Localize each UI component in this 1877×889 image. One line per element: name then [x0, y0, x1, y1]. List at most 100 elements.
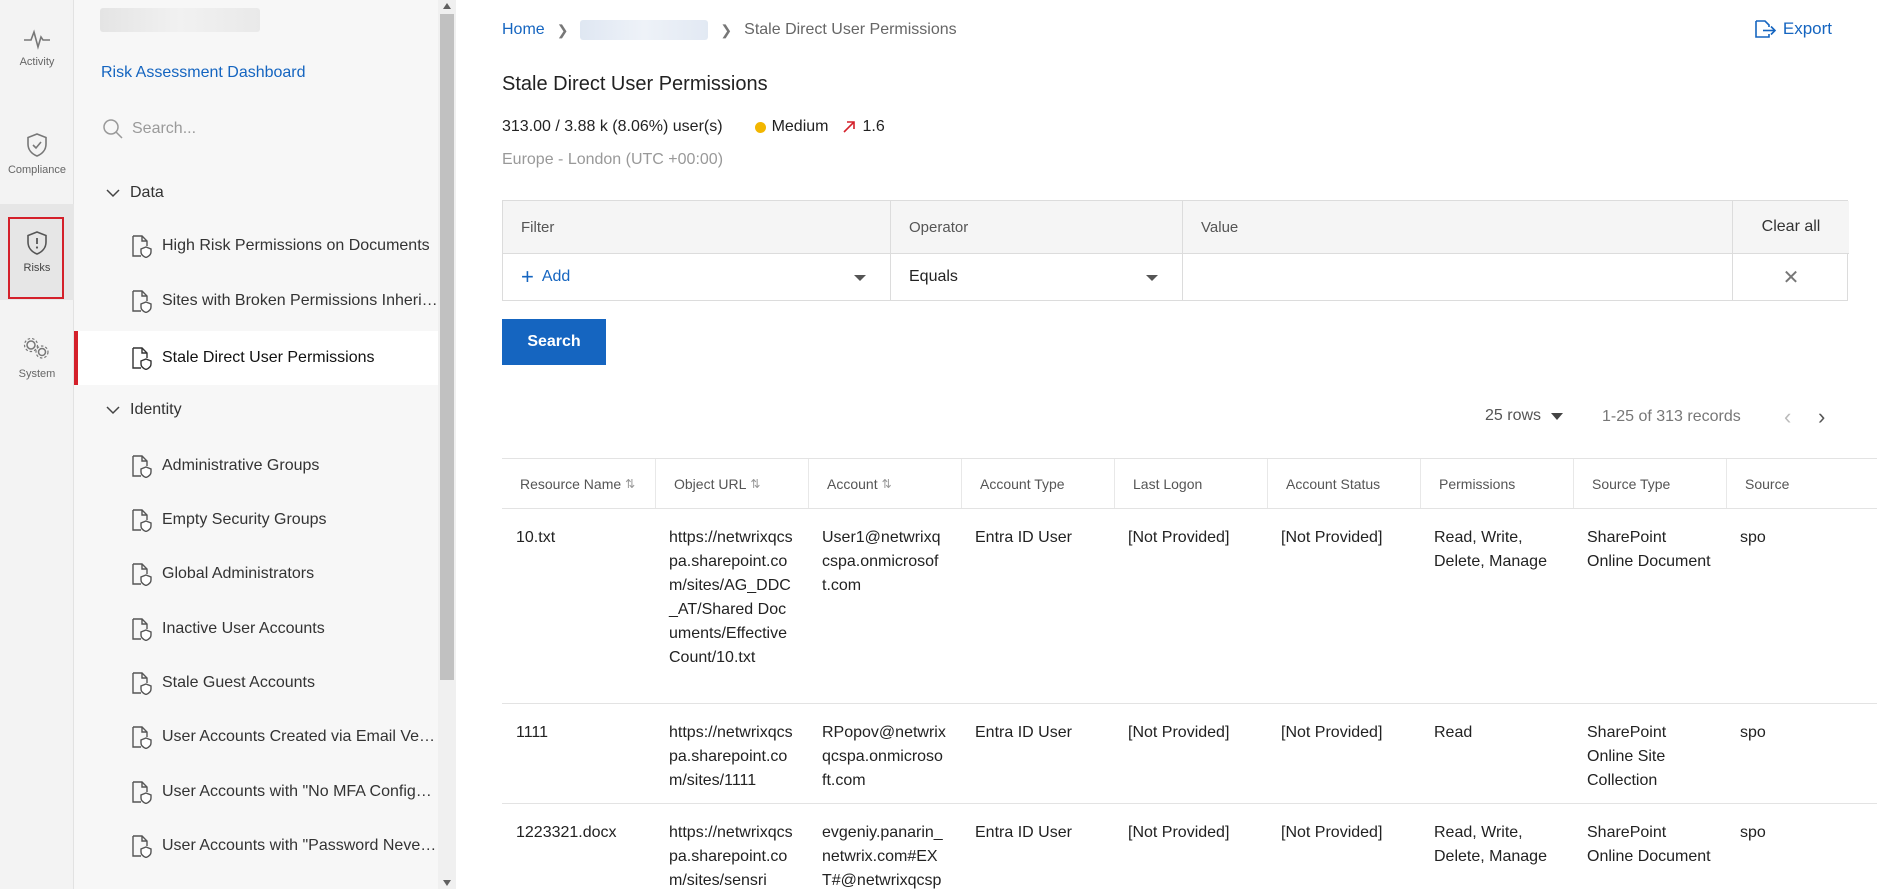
section-data-toggle[interactable]: Data [106, 184, 164, 202]
cell-last-logon: [Not Provided] [1128, 824, 1230, 841]
cell-resource-name: 10.txt [516, 529, 556, 546]
rail-item-system[interactable]: System [0, 310, 74, 406]
breadcrumb-blurred-item[interactable] [580, 20, 709, 40]
cell-account: evgeniy.panarin_netwrix.com#EXT#@netwrix… [822, 824, 943, 889]
sidebar-search-placeholder[interactable]: Search... [132, 120, 196, 138]
column-header-account[interactable]: Account ⇅ [808, 459, 961, 508]
rows-per-page-select[interactable]: 25 rows [1485, 407, 1564, 425]
filter-column-header: Filter [503, 201, 891, 254]
column-header-account-status[interactable]: Account Status [1267, 459, 1420, 508]
cell-source-type: SharePoint Online Document [1587, 824, 1711, 865]
sidebar-item-password-never-expires[interactable]: User Accounts with "Password Never Expir… [74, 819, 438, 873]
column-label: Resource Name [520, 475, 622, 492]
sort-icon[interactable]: ⇅ [882, 477, 892, 491]
cell-account: RPopov@netwrixqcspa.onmicrosoft.com [822, 724, 946, 789]
chevron-down-icon [1146, 275, 1158, 281]
sort-filter-icon[interactable]: ⇅ [625, 477, 635, 491]
filter-panel: Filter Operator Value Clear all + Add Eq… [502, 200, 1849, 301]
operator-select[interactable]: Equals [891, 254, 1183, 300]
search-icon [103, 119, 123, 139]
column-header-permissions[interactable]: Permissions [1420, 459, 1573, 508]
cell-last-logon: [Not Provided] [1128, 529, 1230, 546]
table-row[interactable]: 10.txt https://netwrixqcspa.sharepoint.c… [502, 509, 1877, 704]
search-button[interactable]: Search [502, 319, 606, 365]
previous-page-button[interactable]: ‹ [1784, 404, 1791, 430]
sidebar-item-broken-inheritance[interactable]: Sites with Broken Permissions Inheritanc… [74, 274, 438, 328]
sidebar-item-email-verification-accounts[interactable]: User Accounts Created via Email Verifica… [74, 710, 438, 764]
breadcrumb-current: Stale Direct User Permissions [744, 21, 957, 38]
rail-item-activity[interactable]: Activity [0, 0, 74, 96]
operator-value: Equals [909, 268, 958, 285]
cell-permissions: Read, Write, Delete, Manage [1434, 529, 1547, 570]
sidebar-item-label: High Risk Permissions on Documents [162, 237, 430, 254]
table-row[interactable]: 1223321.docx https://netwrixqcspa.sharep… [502, 804, 1877, 889]
scrollbar-thumb[interactable] [440, 14, 454, 680]
sidebar-item-empty-security-groups[interactable]: Empty Security Groups [74, 493, 438, 547]
column-label: Object URL [674, 475, 747, 492]
main-content: Home ❯ ❯ Stale Direct User Permissions E… [456, 0, 1877, 889]
sidebar-item-stale-guest-accounts[interactable]: Stale Guest Accounts [74, 656, 438, 710]
next-page-button[interactable]: › [1818, 404, 1825, 430]
value-input[interactable] [1183, 254, 1733, 300]
cell-permissions: Read [1434, 724, 1473, 741]
cell-account-status: [Not Provided] [1281, 824, 1383, 841]
document-shield-icon [132, 563, 152, 586]
sidebar-item-label: Sites with Broken Permissions Inheritanc… [162, 292, 438, 309]
column-label: Account Status [1286, 475, 1381, 492]
close-icon: ✕ [1782, 266, 1800, 289]
cell-source: spo [1740, 724, 1766, 741]
sidebar-item-stale-direct-user-permissions[interactable]: Stale Direct User Permissions [74, 331, 438, 385]
chevron-down-icon [854, 275, 866, 281]
sidebar-item-no-mfa-configured[interactable]: User Accounts with "No MFA Configured" [74, 765, 438, 819]
blurred-workspace-name [100, 8, 260, 32]
add-filter-button[interactable]: + Add [521, 266, 570, 288]
column-header-last-logon[interactable]: Last Logon [1114, 459, 1267, 508]
gears-icon [23, 337, 49, 359]
scroll-up-arrow[interactable] [443, 3, 451, 9]
rows-per-page-value: 25 rows [1485, 407, 1542, 424]
column-header-account-type[interactable]: Account Type [961, 459, 1114, 508]
rail-item-compliance[interactable]: Compliance [0, 106, 74, 202]
sort-icon[interactable]: ⇅ [750, 477, 760, 491]
column-header-source-type[interactable]: Source Type [1573, 459, 1726, 508]
sidebar-item-label: User Accounts Created via Email Verifica… [162, 728, 438, 745]
sidebar-search[interactable]: Search... [102, 118, 196, 140]
sidebar-scrollbar[interactable] [438, 0, 456, 889]
sidebar-item-label: User Accounts with "No MFA Configured" [162, 783, 438, 800]
sidebar-item-label: Stale Direct User Permissions [162, 349, 375, 366]
sidebar-item-high-risk-permissions[interactable]: High Risk Permissions on Documents [74, 219, 438, 273]
cell-last-logon: [Not Provided] [1128, 724, 1230, 741]
cell-resource-name: 1111 [516, 724, 549, 741]
table-row[interactable]: 1111 https://netwrixqcspa.sharepoint.com… [502, 704, 1877, 804]
export-label[interactable]: Export [1783, 19, 1832, 39]
scroll-down-arrow[interactable] [443, 880, 451, 886]
document-shield-icon [132, 235, 152, 258]
document-shield-icon [132, 455, 152, 478]
sidebar-item-inactive-user-accounts[interactable]: Inactive User Accounts [74, 602, 438, 656]
column-header-object-url[interactable]: Object URL ⇅ [655, 459, 808, 508]
section-identity-toggle[interactable]: Identity [106, 401, 182, 419]
sidebar-item-global-administrators[interactable]: Global Administrators [74, 547, 438, 601]
chevron-right-icon: ❯ [556, 21, 569, 38]
sidebar-item-administrative-groups[interactable]: Administrative Groups [74, 439, 438, 493]
column-header-source[interactable]: Source [1726, 459, 1877, 508]
dashboard-link[interactable]: Risk Assessment Dashboard [101, 64, 306, 82]
table-header: Resource Name ⇅ Object URL ⇅ Account ⇅ A… [502, 459, 1877, 509]
document-shield-icon [132, 347, 152, 370]
filter-field-select[interactable]: + Add [503, 254, 891, 300]
breadcrumb-home[interactable]: Home [502, 21, 545, 39]
rail-item-risks[interactable]: Risks [0, 204, 74, 300]
clear-all-button[interactable]: Clear all [1733, 201, 1849, 254]
column-header-resource-name[interactable]: Resource Name ⇅ [502, 459, 655, 508]
sidebar-item-label: Stale Guest Accounts [162, 674, 315, 691]
remove-filter-button[interactable]: ✕ [1733, 254, 1849, 300]
plus-icon: + [521, 264, 534, 289]
caret-down-icon [1551, 412, 1564, 420]
page-title: Stale Direct User Permissions [502, 73, 768, 95]
sidebar-item-label: User Accounts with "Password Never Expir… [162, 837, 438, 854]
cell-object-url: https://netwrixqcspa.sharepoint.com/site… [669, 529, 793, 666]
cell-object-url: https://netwrixqcspa.sharepoint.com/site… [669, 724, 793, 789]
export-button[interactable]: Export [1753, 18, 1832, 40]
activity-icon [24, 29, 50, 50]
cell-account-type: Entra ID User [975, 724, 1072, 741]
